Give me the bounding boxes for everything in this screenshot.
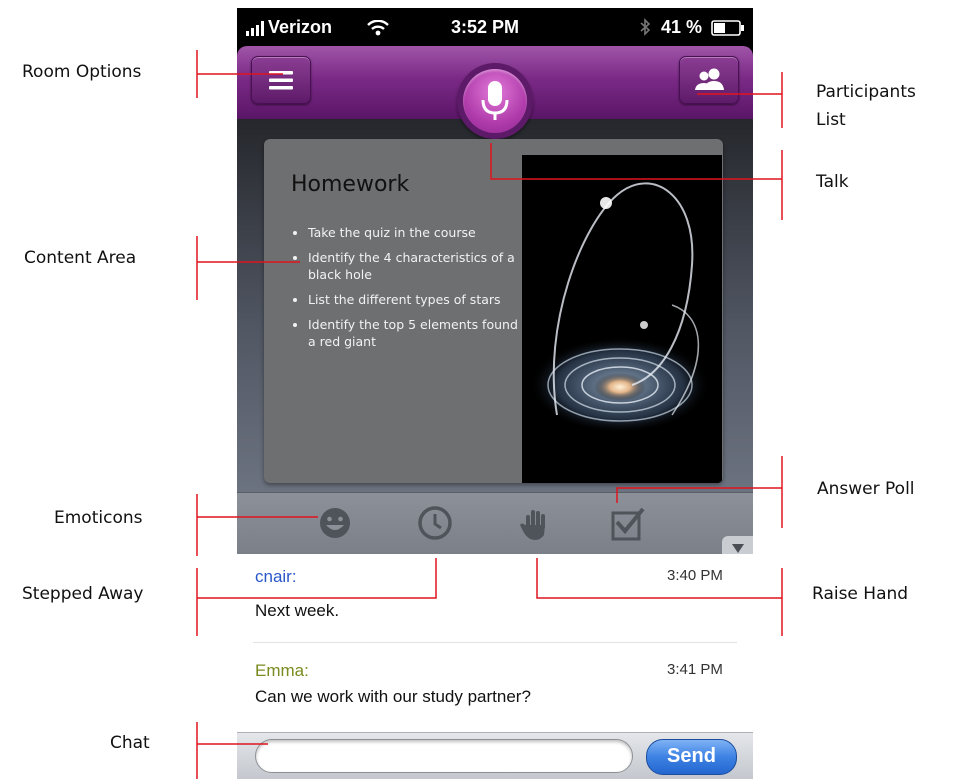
callout-leader-lines [196,50,783,779]
